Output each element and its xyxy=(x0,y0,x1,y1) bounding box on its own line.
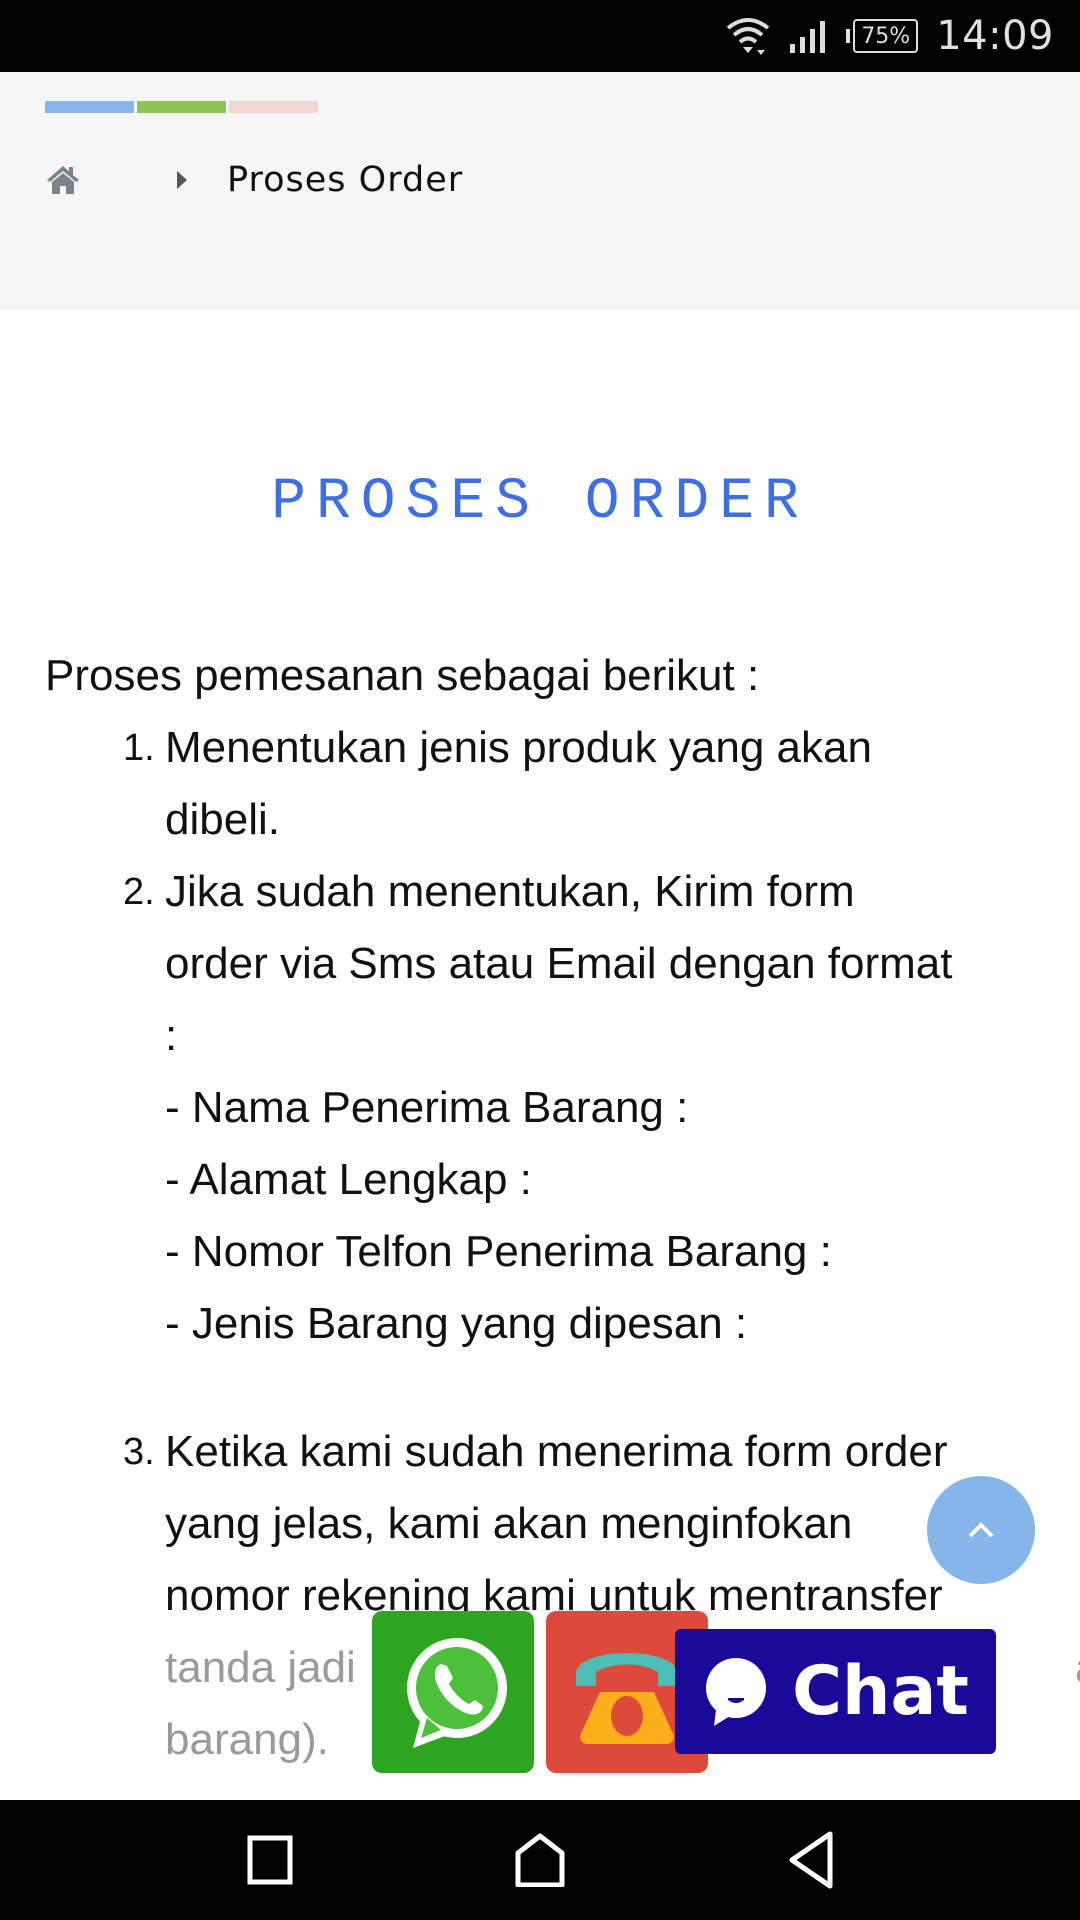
chat-label: Chat xyxy=(792,1652,969,1731)
home-icon xyxy=(515,1833,565,1887)
step-line: order via Sms atau Email dengan format xyxy=(165,939,953,988)
format-field: - Jenis Barang yang dipesan : xyxy=(165,1299,748,1348)
page-header: Proses Order xyxy=(0,72,1080,310)
chat-button[interactable]: Chat xyxy=(675,1629,996,1754)
caret-right-icon xyxy=(177,171,187,189)
page-title: PROSES ORDER xyxy=(271,470,809,535)
step-item: 1. Menentukan jenis produk yang akan dib… xyxy=(45,712,1035,856)
home-button[interactable] xyxy=(510,1830,570,1890)
status-bar: 75% 14:09 xyxy=(0,0,1080,72)
step-item: 2. Jika sudah menentukan, Kirim form ord… xyxy=(45,856,1035,1416)
color-bar-blue xyxy=(45,101,134,113)
step-line: yang jelas, kami akan menginfokan xyxy=(165,1499,853,1548)
battery-percent: 75% xyxy=(853,19,919,53)
wifi-icon xyxy=(727,18,770,55)
step-line: : xyxy=(165,1011,178,1060)
scroll-top-button[interactable] xyxy=(927,1476,1035,1584)
system-nav-bar xyxy=(0,1800,1080,1920)
color-bar-pink xyxy=(229,101,318,113)
step-number: 3. xyxy=(123,1431,155,1473)
telephone-icon xyxy=(576,1653,678,1744)
whatsapp-icon xyxy=(407,1638,507,1748)
battery-icon: 75% xyxy=(846,19,919,53)
clock: 14:09 xyxy=(936,13,1054,59)
format-field: - Nama Penerima Barang : xyxy=(165,1083,689,1132)
whatsapp-button[interactable] xyxy=(372,1611,534,1773)
step-line: Jika sudah menentukan, Kirim form xyxy=(165,867,855,916)
step-line: Ketika kami sudah menerima form order xyxy=(165,1427,948,1476)
back-button[interactable] xyxy=(780,1830,840,1890)
color-bars xyxy=(45,101,318,113)
recents-button[interactable] xyxy=(240,1830,300,1890)
intro-text: Proses pemesanan sebagai berikut : xyxy=(45,651,760,700)
signal-icon xyxy=(790,21,826,53)
chat-bubble-icon xyxy=(706,1657,767,1726)
home-icon[interactable] xyxy=(45,164,81,196)
format-field: - Nomor Telfon Penerima Barang : xyxy=(165,1227,832,1276)
step-number: 1. xyxy=(123,727,155,769)
order-process-content: Proses pemesanan sebagai berikut : 1. Me… xyxy=(45,640,1080,1776)
breadcrumb: Proses Order xyxy=(45,160,463,200)
format-field: - Alamat Lengkap : xyxy=(165,1155,532,1204)
step-number: 2. xyxy=(123,871,155,913)
chevron-up-icon xyxy=(968,1522,994,1538)
color-bar-green xyxy=(137,101,226,113)
step-line: dibeli. xyxy=(165,795,280,844)
breadcrumb-current: Proses Order xyxy=(227,160,464,200)
back-icon xyxy=(789,1831,833,1889)
steps-list: 1. Menentukan jenis produk yang akan dib… xyxy=(45,712,1080,1776)
recents-icon xyxy=(247,1835,293,1885)
step-line: Menentukan jenis produk yang akan xyxy=(165,723,872,772)
